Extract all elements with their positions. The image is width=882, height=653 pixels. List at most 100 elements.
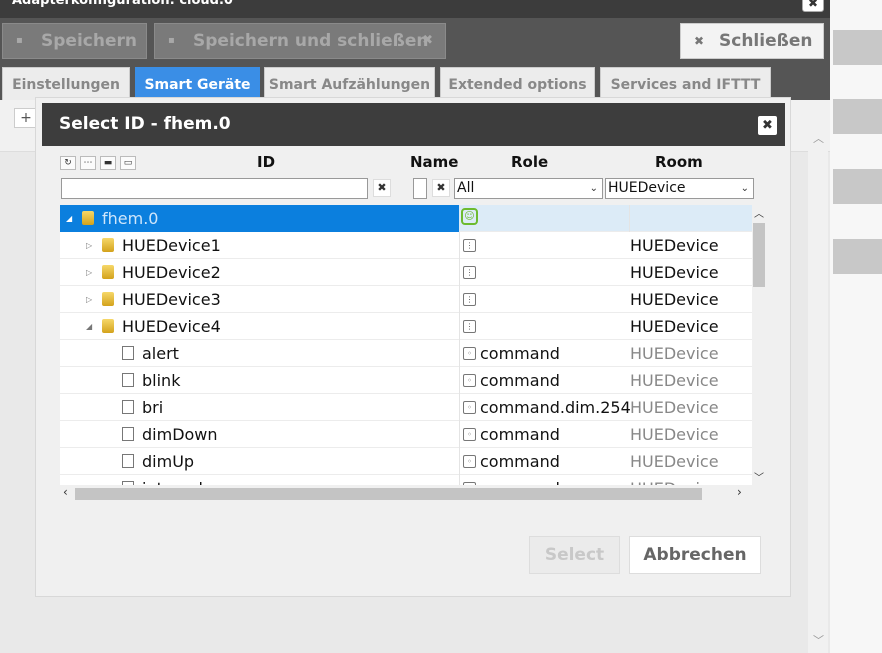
chevron-down-icon[interactable]: ﹀ <box>813 632 824 648</box>
id-filter-input[interactable] <box>61 178 368 199</box>
column-divider <box>629 205 630 232</box>
column-header-id[interactable]: ID <box>257 153 275 171</box>
folder-icon <box>102 238 114 252</box>
tree-vertical-scrollbar[interactable]: ︿ ﹀ <box>752 205 766 485</box>
tree-horizontal-scrollbar[interactable]: ‹ › <box>60 485 752 501</box>
adapter-icon: ☺ <box>461 208 478 225</box>
tree-row-room: HUEDevice <box>630 398 719 417</box>
tree-row-name: bri <box>142 398 164 417</box>
collapse-all-icon[interactable]: ▬ <box>100 156 116 170</box>
role-filter-value: All <box>457 180 475 196</box>
tree-row-room: HUEDevice <box>630 290 719 309</box>
adapter-title: Adapterkonfiguration: cloud.0 <box>12 0 233 8</box>
room-filter-value: HUEDevice <box>608 180 686 196</box>
folder-icon <box>102 292 114 306</box>
expand-all-icon[interactable]: ▭ <box>120 156 136 170</box>
select-id-dialog: Select ID - fhem.0 ✖ ↻ ⋯ ▬ ▭ ID Name Rol… <box>35 97 791 597</box>
chevron-left-icon[interactable]: ‹ <box>63 485 68 499</box>
tab-smart-geraete[interactable]: Smart Geräte <box>135 67 260 100</box>
scroll-thumb[interactable] <box>753 223 765 287</box>
state-icon: ◦ <box>463 347 476 360</box>
tree-row-room: HUEDevice <box>630 475 719 485</box>
clear-name-filter-button[interactable]: ✖ <box>432 179 450 197</box>
expander-open-icon[interactable]: ◢ <box>66 205 72 232</box>
adapter-tabs: Einstellungen Smart Geräte Smart Aufzähl… <box>0 64 830 100</box>
expander-closed-icon[interactable]: ▷ <box>86 232 92 259</box>
column-divider <box>459 448 460 475</box>
save-label: Speichern <box>41 31 137 51</box>
column-divider <box>459 259 460 286</box>
expander-closed-icon[interactable]: ▷ <box>86 259 92 286</box>
object-tree-grid: ↻ ⋯ ▬ ▭ ID Name Role Room ✖ ✖ All ⌄ HUED… <box>60 153 766 503</box>
adapter-toolbar: ▪ Speichern ▪ Speichern und schließen ✖ … <box>0 18 830 64</box>
tree-row-role: command <box>480 425 560 444</box>
tab-extended-options[interactable]: Extended options <box>440 67 595 100</box>
select-button[interactable]: Select <box>529 536 620 574</box>
device-info-icon: ⋮ <box>463 320 476 333</box>
chevron-right-icon[interactable]: › <box>737 485 742 499</box>
column-divider <box>459 421 460 448</box>
column-header-name[interactable]: Name <box>410 153 458 171</box>
close-button[interactable]: ✖ Schließen <box>680 23 824 59</box>
chevron-down-icon: ⌄ <box>589 183 598 194</box>
column-header-role[interactable]: Role <box>511 153 548 171</box>
tree-row[interactable]: dimDown ◦ command HUEDevice <box>60 421 752 448</box>
dialog-close-button[interactable]: ✖ <box>758 116 777 135</box>
tab-services-ifttt[interactable]: Services and IFTTT <box>600 67 771 100</box>
device-info-icon: ⋮ <box>463 239 476 252</box>
tree-row[interactable]: bri ◦ command.dim.254 HUEDevice <box>60 394 752 421</box>
tree-row[interactable]: intervals ◦ command HUEDevice <box>60 475 752 485</box>
close-label: Schließen <box>719 31 813 51</box>
state-icon: ◦ <box>463 428 476 441</box>
state-icon: ◦ <box>463 401 476 414</box>
list-view-icon[interactable]: ⋯ <box>80 156 96 170</box>
tree-row[interactable]: ▷ HUEDevice1 ⋮ HUEDevice <box>60 232 752 259</box>
refresh-icon[interactable]: ↻ <box>60 156 76 170</box>
tree-row-room: HUEDevice <box>630 263 719 282</box>
expander-closed-icon[interactable]: ▷ <box>86 286 92 313</box>
tab-einstellungen[interactable]: Einstellungen <box>2 67 130 100</box>
save-button[interactable]: ▪ Speichern <box>2 23 147 59</box>
tree-row[interactable]: blink ◦ command HUEDevice <box>60 367 752 394</box>
tree-row[interactable]: ◢ fhem.0 ☺ <box>60 205 752 232</box>
clear-id-filter-button[interactable]: ✖ <box>373 179 391 197</box>
tree-row[interactable]: ◢ HUEDevice4 ⋮ HUEDevice <box>60 313 752 340</box>
room-filter-select[interactable]: HUEDevice ⌄ <box>605 178 754 199</box>
tree-row[interactable]: ▷ HUEDevice3 ⋮ HUEDevice <box>60 286 752 313</box>
chevron-up-icon[interactable]: ︿ <box>754 205 764 220</box>
column-header-room[interactable]: Room <box>655 153 703 171</box>
column-divider <box>459 367 460 394</box>
tree-row-role: command <box>480 475 560 485</box>
adapter-title-bar: Adapterkonfiguration: cloud.0 <box>0 0 830 18</box>
tree-row-room: HUEDevice <box>630 236 719 255</box>
tree-row-name: HUEDevice2 <box>122 263 221 282</box>
adapter-scrollbar[interactable]: ︿ ﹀ <box>808 100 828 653</box>
save-close-label: Speichern und schließen <box>193 31 429 51</box>
dialog-title: Select ID - fhem.0 <box>59 114 231 134</box>
expander-open-icon[interactable]: ◢ <box>86 313 92 340</box>
tree-row[interactable]: dimUp ◦ command HUEDevice <box>60 448 752 475</box>
adapter-close-button[interactable]: ✖ <box>802 0 824 12</box>
state-icon: ◦ <box>463 455 476 468</box>
save-and-close-button[interactable]: ▪ Speichern und schließen ✖ <box>154 23 446 59</box>
folder-icon <box>102 319 114 333</box>
cancel-button[interactable]: Abbrechen <box>629 536 761 574</box>
file-icon <box>122 400 134 414</box>
folder-icon <box>102 265 114 279</box>
save-icon: ▪ <box>168 35 175 46</box>
side-block <box>833 99 882 134</box>
tree-row[interactable]: ▷ HUEDevice2 ⋮ HUEDevice <box>60 259 752 286</box>
chevron-down-icon[interactable]: ﹀ <box>754 469 764 484</box>
side-block <box>833 169 882 204</box>
tree-row-room: HUEDevice <box>630 452 719 471</box>
chevron-up-icon[interactable]: ︿ <box>813 130 824 146</box>
role-filter-select[interactable]: All ⌄ <box>454 178 603 199</box>
scroll-thumb[interactable] <box>75 488 702 500</box>
name-filter-input[interactable] <box>413 178 427 199</box>
close-icon: ✖ <box>694 34 705 48</box>
tree-row[interactable]: alert ◦ command HUEDevice <box>60 340 752 367</box>
tab-smart-aufzaehlungen[interactable]: Smart Aufzählungen <box>264 67 435 100</box>
column-divider <box>459 394 460 421</box>
file-icon <box>122 454 134 468</box>
tree-row-room: HUEDevice <box>630 371 719 390</box>
